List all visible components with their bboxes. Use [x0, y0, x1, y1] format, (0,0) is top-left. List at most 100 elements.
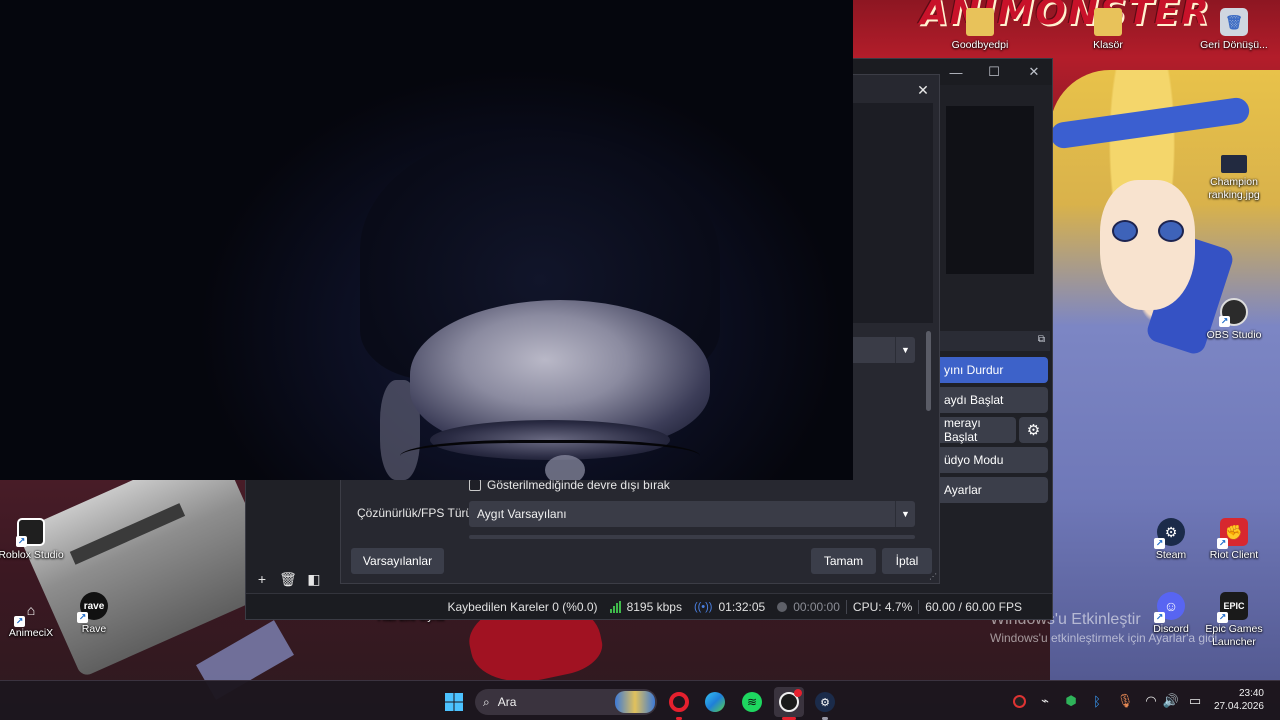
stream-time-text: 01:32:05	[718, 599, 766, 614]
rave-icon: rave ↗	[77, 592, 108, 623]
image-file-icon	[1221, 155, 1247, 173]
taskbar-opera[interactable]	[664, 687, 694, 720]
steam-icon: ⚙	[815, 692, 835, 712]
microphone-icon[interactable]: 🎙	[1114, 681, 1136, 720]
minimize-button[interactable]: —	[936, 59, 976, 85]
maximize-button[interactable]: ☐	[974, 59, 1014, 85]
controls-dock-header: ⧉	[936, 331, 1050, 351]
chevron-down-icon: ▼	[895, 337, 915, 363]
taskbar-obs[interactable]	[774, 687, 804, 720]
desktop-icon-riot-client[interactable]: ✊ ↗ Riot Client	[1199, 518, 1269, 562]
search-highlight-icon	[615, 691, 655, 713]
desktop-icon-label: Rave	[81, 623, 107, 635]
desktop-icon-label: Geri Dönüşü...	[1200, 39, 1268, 51]
signal-bars-icon	[609, 600, 621, 613]
fps-text: 60.00 / 60.00 FPS	[925, 599, 1022, 614]
roblox-studio-icon: ↗	[16, 518, 45, 547]
start-recording-button[interactable]: aydı Başlat	[936, 387, 1048, 413]
folder-icon	[966, 8, 994, 36]
start-virtual-camera-button[interactable]: merayı Başlat	[936, 416, 1016, 444]
search-placeholder: Ara	[497, 695, 517, 709]
folder-icon	[1094, 8, 1122, 36]
desktop-icon-label: OBS Studio	[1206, 329, 1262, 341]
bluetooth-icon[interactable]: ᛒ	[1086, 681, 1108, 720]
resolution-fps-type-label: Çözünürlük/FPS Türü	[357, 506, 473, 520]
spotify-icon: ≋	[742, 692, 762, 712]
steam-icon: ⚙ ↗	[1154, 518, 1185, 549]
search-icon: ⌕	[483, 694, 490, 709]
desktop-icon-roblox-studio[interactable]: ↗ Roblox Studio	[0, 518, 66, 562]
taskbar-steam[interactable]: ⚙	[810, 687, 840, 720]
taskbar-clock[interactable]: 23:40 27.04.2026	[1214, 687, 1264, 713]
desktop-icon-goodbyedpi[interactable]: Goodbyedpi	[945, 8, 1015, 52]
desktop-icon-animecix[interactable]: ⌂ ↗ AnimeciX	[0, 596, 66, 640]
taskbar-edge[interactable]	[700, 687, 730, 717]
close-button[interactable]: ✕	[1014, 59, 1054, 85]
resolution-fps-type-value: Aygıt Varsayılanı	[477, 507, 567, 521]
taskbar-spotify[interactable]: ≋	[737, 687, 767, 717]
epic-games-icon: EPIC ↗	[1217, 592, 1248, 623]
desktop-icon-champion-ranking[interactable]: Champion ranking.jpg	[1199, 155, 1269, 202]
defaults-button[interactable]: Varsayılanlar	[351, 548, 444, 574]
tray-obs-icon[interactable]	[1008, 681, 1030, 720]
dropped-frames-status: Kaybedilen Kareler 0 (%0.0)	[441, 600, 603, 614]
edge-icon	[705, 692, 725, 712]
clock-time: 23:40	[1238, 688, 1264, 699]
settings-button[interactable]: Ayarlar	[936, 477, 1048, 503]
virtual-camera-settings-gear-icon[interactable]: ⚙	[1019, 417, 1048, 443]
animecix-icon: ⌂ ↗	[14, 602, 36, 627]
bitrate-status: 8195 kbps	[604, 600, 688, 614]
cancel-button[interactable]: İptal	[882, 548, 932, 574]
resize-grip-icon[interactable]: ⋰	[929, 572, 937, 581]
remove-source-trash-icon[interactable]: 🗑	[278, 569, 298, 589]
taskbar: ⌕ Ara ≋ ⚙ ⌁ ⬢ ᛒ 🎙 ◠ 🔊 ▭ 23:40 27.04.2026	[0, 680, 1280, 720]
next-field-edge	[469, 535, 915, 539]
tray-steam-icon[interactable]: ⌁	[1034, 681, 1056, 720]
obs-preview-area	[946, 106, 1034, 274]
webcam-preview-overlay	[0, 0, 853, 480]
taskbar-search[interactable]: ⌕ Ara	[475, 689, 657, 715]
record-dot-icon	[777, 601, 788, 612]
volume-icon[interactable]: 🔊	[1160, 681, 1182, 720]
desktop-icon-obs-studio[interactable]: ↗ OBS Studio	[1199, 298, 1269, 342]
start-button[interactable]	[439, 687, 469, 717]
desktop-icon-label: AnimeciX	[8, 627, 54, 639]
tray-shield-icon[interactable]: ⬢	[1060, 681, 1082, 720]
obs-icon	[779, 689, 802, 712]
battery-icon[interactable]: ▭	[1182, 681, 1208, 720]
stream-broadcast-icon: ((•))	[693, 600, 713, 613]
chevron-down-icon: ▼	[895, 501, 915, 527]
desktop-icon-recycle-bin[interactable]: 🗑 Geri Dönüşü...	[1199, 8, 1269, 52]
undock-icon[interactable]: ⧉	[1038, 334, 1045, 345]
windows-logo-icon	[445, 693, 463, 711]
deactivate-when-hidden-checkbox[interactable]: Gösterilmediğinde devre dışı bırak	[469, 478, 670, 492]
source-properties-icon[interactable]: ◧	[304, 569, 324, 589]
fps-status: 60.00 / 60.00 FPS	[919, 600, 1028, 614]
desktop-icon-label: Goodbyedpi	[951, 39, 1009, 51]
bitrate-text: 8195 kbps	[626, 599, 682, 614]
obs-status-bar: Kaybedilen Kareler 0 (%0.0) 8195 kbps ((…	[246, 593, 1052, 619]
desktop-icon-rave[interactable]: rave ↗ Rave	[59, 592, 129, 636]
add-source-plus-icon[interactable]: +	[252, 569, 272, 589]
stop-streaming-button[interactable]: yını Durdur	[936, 357, 1048, 383]
resolution-fps-type-select[interactable]: Aygıt Varsayılanı ▼	[469, 501, 915, 527]
studio-mode-button[interactable]: üdyo Modu	[936, 447, 1048, 473]
dialog-close-icon[interactable]: ✕	[911, 79, 935, 101]
checkbox-label: Gösterilmediğinde devre dışı bırak	[487, 478, 670, 492]
sources-toolbar: + 🗑 ◧	[246, 567, 346, 591]
wifi-icon[interactable]: ◠	[1140, 681, 1162, 720]
checkbox-icon[interactable]	[469, 479, 481, 491]
desktop-icon-steam[interactable]: ⚙ ↗ Steam	[1136, 518, 1206, 562]
record-time-status: 00:00:00	[771, 600, 846, 614]
ok-button[interactable]: Tamam	[811, 548, 876, 574]
cpu-status: CPU: 4.7%	[847, 600, 918, 614]
desktop-icon-klasor[interactable]: Klasör	[1073, 8, 1143, 52]
desktop-icon-label: Champion ranking.jpg	[1208, 176, 1260, 201]
opera-icon	[669, 692, 689, 712]
dropped-frames-text: Kaybedilen Kareler 0 (%0.0)	[447, 599, 598, 614]
recycle-bin-icon: 🗑	[1220, 8, 1248, 36]
desktop-icon-label: Steam	[1155, 549, 1187, 561]
stream-time-status: ((•)) 01:32:05	[688, 600, 771, 614]
clock-date: 27.04.2026	[1213, 701, 1264, 712]
dialog-scrollbar[interactable]	[926, 331, 931, 411]
